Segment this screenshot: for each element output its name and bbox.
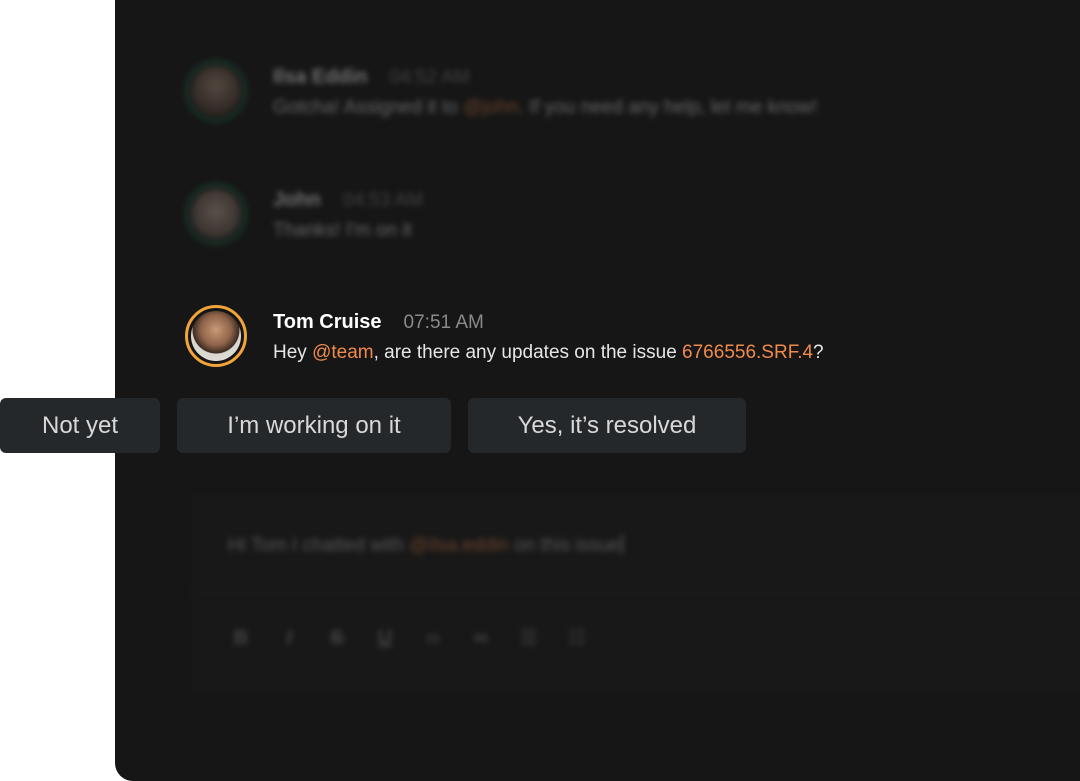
mention-link[interactable]: @john [463,97,518,118]
timestamp: 04:53 AM [342,190,424,211]
avatar-photo [191,66,241,116]
message-composer: Hi Tom I chatted with @ilsa.eddin on thi… [190,493,1080,693]
avatar-photo [191,311,241,361]
bullet-list-icon[interactable]: ☰ [516,626,542,650]
link-icon[interactable]: ∞ [468,626,494,650]
composer-divider [190,592,1080,593]
avatar[interactable] [185,305,247,367]
message-header: Ilsa Eddin 04:52 AM [273,66,470,89]
message-input[interactable]: Hi Tom I chatted with @ilsa.eddin on thi… [228,535,623,557]
bold-icon[interactable]: B [228,626,254,650]
issue-link[interactable]: 6766556.SRF.4 [682,342,813,363]
quick-reply-working-on-it[interactable]: I’m working on it [177,398,451,453]
message-text-part: Hey [273,342,313,363]
author-name: John [273,189,321,211]
message-text: Thanks! I'm on it [273,220,412,241]
message-header: John 04:53 AM [273,189,423,212]
chat-panel: Ilsa Eddin 04:52 AM Gotcha! Assigned it t… [115,0,1080,781]
timestamp: 07:51 AM [403,312,484,333]
avatar-photo [191,189,241,239]
message-text: Hey @team, are there any updates on the … [273,342,824,364]
composer-text-part: Hi Tom I chatted with [228,535,410,556]
mention-link[interactable]: @ilsa.eddin [409,535,509,556]
message-header: Tom Cruise 07:51 AM [273,311,484,334]
quick-reply-not-yet[interactable]: Not yet [0,398,160,453]
strikethrough-icon[interactable]: S [324,626,350,650]
timestamp: 04:52 AM [389,67,470,88]
message-text-part: ? [813,342,824,363]
author-name: Tom Cruise [273,311,382,333]
italic-icon[interactable]: I [276,626,302,650]
message-text-part: Gotcha! Assigned it to [273,97,464,118]
message-text-part: . If you need any help, let me know! [518,97,818,118]
text-cursor [620,535,623,554]
numbered-list-icon[interactable]: ☷ [564,626,590,650]
format-toolbar: B I S U ‹› ∞ ☰ ☷ [228,626,590,650]
avatar[interactable] [185,183,247,245]
quick-reply-resolved[interactable]: Yes, it’s resolved [468,398,746,453]
message-text-part: , are there any updates on the issue [373,342,683,363]
author-name: Ilsa Eddin [273,66,368,88]
composer-text-part: on this issue [508,535,620,556]
code-icon[interactable]: ‹› [420,626,446,650]
avatar[interactable] [185,60,247,122]
message-text: Gotcha! Assigned it to @john. If you nee… [273,97,817,119]
mention-link[interactable]: @team [312,342,374,363]
underline-icon[interactable]: U [372,626,398,650]
